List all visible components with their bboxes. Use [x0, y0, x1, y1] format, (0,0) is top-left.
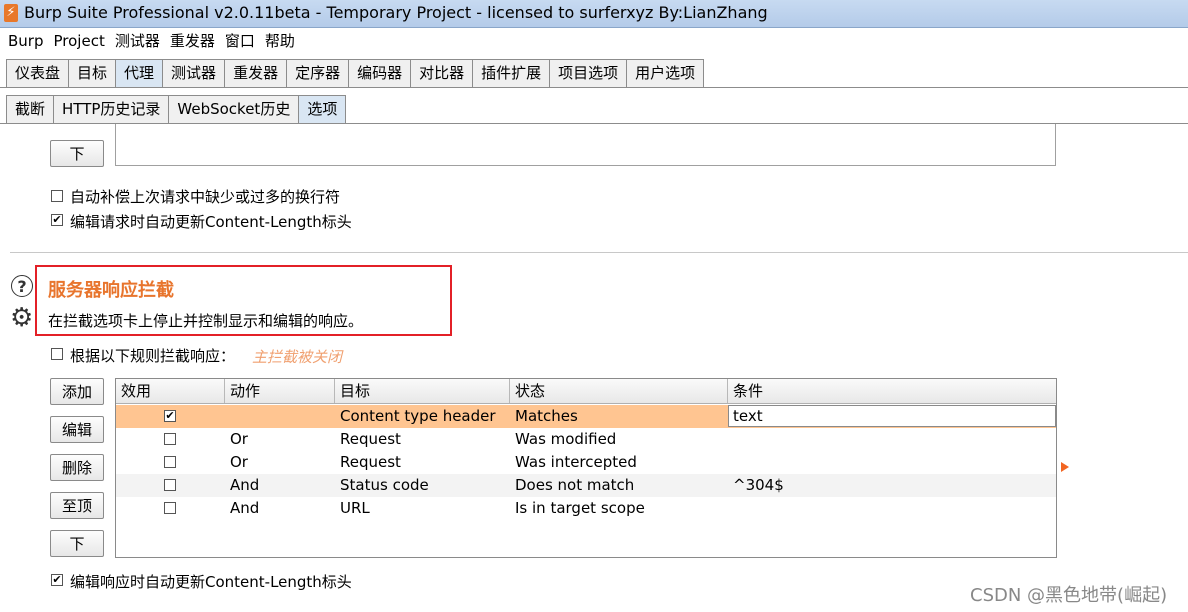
rule-condition-editor[interactable]: [728, 405, 1056, 427]
window-title: Burp Suite Professional v2.0.11beta - Te…: [24, 3, 768, 22]
help-icon[interactable]: ?: [11, 275, 33, 297]
request-rules-table: [115, 124, 1056, 166]
request-rule-down-button[interactable]: 下: [50, 140, 104, 167]
tab-proxy[interactable]: 代理: [115, 59, 164, 87]
rule-target: URL: [340, 499, 370, 517]
fix-newlines-label: 自动补偿上次请求中缺少或过多的换行符: [70, 188, 341, 206]
rule-enabled-checkbox[interactable]: [164, 433, 176, 445]
intercept-status-note: 主拦截被关闭: [252, 348, 343, 366]
burp-logo-icon: ⚡: [4, 4, 18, 22]
rule-action: Or: [230, 430, 248, 448]
update-request-length-label: 编辑请求时自动更新Content-Length标头: [70, 213, 352, 231]
sub-tab-bar: 截断 HTTP历史记录 WebSocket历史 选项: [6, 95, 347, 123]
tab-options[interactable]: 选项: [298, 95, 347, 123]
update-response-length-label: 编辑响应时自动更新Content-Length标头: [70, 573, 352, 591]
table-row[interactable]: Or Request Was modified: [116, 428, 1056, 451]
tab-user-options[interactable]: 用户选项: [626, 59, 705, 87]
gear-icon[interactable]: ⚙: [10, 304, 33, 332]
tab-http-history[interactable]: HTTP历史记录: [53, 95, 170, 123]
add-rule-button[interactable]: 添加: [50, 378, 104, 405]
menu-burp[interactable]: Burp: [0, 28, 49, 54]
tab-target[interactable]: 目标: [68, 59, 117, 87]
rule-target: Content type header: [340, 407, 496, 425]
rule-relationship: Was modified: [515, 430, 617, 448]
rule-target: Request: [340, 430, 401, 448]
rule-relationship: Was intercepted: [515, 453, 637, 471]
rule-condition: text: [733, 407, 763, 425]
main-tab-divider: [0, 87, 1188, 88]
column-enabled[interactable]: 效用: [116, 379, 225, 403]
remove-rule-button[interactable]: 删除: [50, 454, 104, 481]
update-response-length-checkbox[interactable]: ✔: [51, 574, 63, 586]
menu-project[interactable]: Project: [49, 28, 110, 54]
table-row[interactable]: ✔ Content type header Matches text: [116, 405, 1056, 428]
rule-condition: ^304$: [733, 476, 784, 494]
table-row[interactable]: Or Request Was intercepted: [116, 451, 1056, 474]
rule-action: And: [230, 499, 260, 517]
rule-relationship: Is in target scope: [515, 499, 645, 517]
menu-intruder[interactable]: 测试器: [110, 28, 165, 54]
edit-rule-button[interactable]: 编辑: [50, 416, 104, 443]
tab-sequencer[interactable]: 定序器: [286, 59, 350, 87]
column-relationship[interactable]: 状态: [510, 379, 728, 403]
rule-enabled-checkbox[interactable]: ✔: [164, 410, 176, 422]
rule-relationship: Matches: [515, 407, 578, 425]
menu-window[interactable]: 窗口: [220, 28, 260, 54]
intercept-responses-label: 根据以下规则拦截响应：: [70, 347, 236, 365]
response-rules-table: 效用 动作 目标 状态 条件 ✔ Content type header Mat…: [115, 378, 1057, 558]
rule-target: Status code: [340, 476, 429, 494]
tab-project-options[interactable]: 项目选项: [549, 59, 628, 87]
tab-comparer[interactable]: 对比器: [410, 59, 474, 87]
tab-decoder[interactable]: 编码器: [348, 59, 412, 87]
table-row[interactable]: And Status code Does not match ^304$: [116, 474, 1056, 497]
watermark: CSDN @黑色地带(崛起): [970, 585, 1168, 606]
column-target[interactable]: 目标: [335, 379, 510, 403]
rule-action: And: [230, 476, 260, 494]
intercept-responses-checkbox[interactable]: [51, 348, 63, 360]
section-title: 服务器响应拦截: [48, 280, 174, 301]
move-top-button[interactable]: 至顶: [50, 492, 104, 519]
menu-bar: Burp Project 测试器 重发器 窗口 帮助: [0, 28, 1188, 54]
move-down-button[interactable]: 下: [50, 530, 104, 557]
rule-target: Request: [340, 453, 401, 471]
tab-intercept[interactable]: 截断: [6, 95, 55, 123]
expand-arrow-icon[interactable]: [1061, 462, 1069, 472]
tab-websocket-history[interactable]: WebSocket历史: [168, 95, 300, 123]
column-condition[interactable]: 条件: [728, 379, 1056, 403]
menu-help[interactable]: 帮助: [260, 28, 300, 54]
update-request-length-checkbox[interactable]: ✔: [51, 214, 63, 226]
rule-relationship: Does not match: [515, 476, 635, 494]
column-action[interactable]: 动作: [225, 379, 335, 403]
table-row[interactable]: And URL Is in target scope: [116, 497, 1056, 520]
rule-action: Or: [230, 453, 248, 471]
rule-enabled-checkbox[interactable]: [164, 479, 176, 491]
tab-dashboard[interactable]: 仪表盘: [6, 59, 70, 87]
tab-repeater[interactable]: 重发器: [224, 59, 288, 87]
rule-enabled-checkbox[interactable]: [164, 502, 176, 514]
section-description: 在拦截选项卡上停止并控制显示和编辑的响应。: [48, 312, 364, 330]
main-tab-bar: 仪表盘 目标 代理 测试器 重发器 定序器 编码器 对比器 插件扩展 项目选项 …: [6, 59, 705, 87]
table-header: 效用 动作 目标 状态 条件: [116, 379, 1056, 404]
title-bar: ⚡ Burp Suite Professional v2.0.11beta - …: [0, 0, 1188, 28]
tab-extender[interactable]: 插件扩展: [472, 59, 551, 87]
tab-intruder[interactable]: 测试器: [162, 59, 226, 87]
menu-repeater[interactable]: 重发器: [165, 28, 220, 54]
section-separator: [10, 252, 1188, 253]
fix-newlines-checkbox[interactable]: [51, 190, 63, 202]
rule-enabled-checkbox[interactable]: [164, 456, 176, 468]
